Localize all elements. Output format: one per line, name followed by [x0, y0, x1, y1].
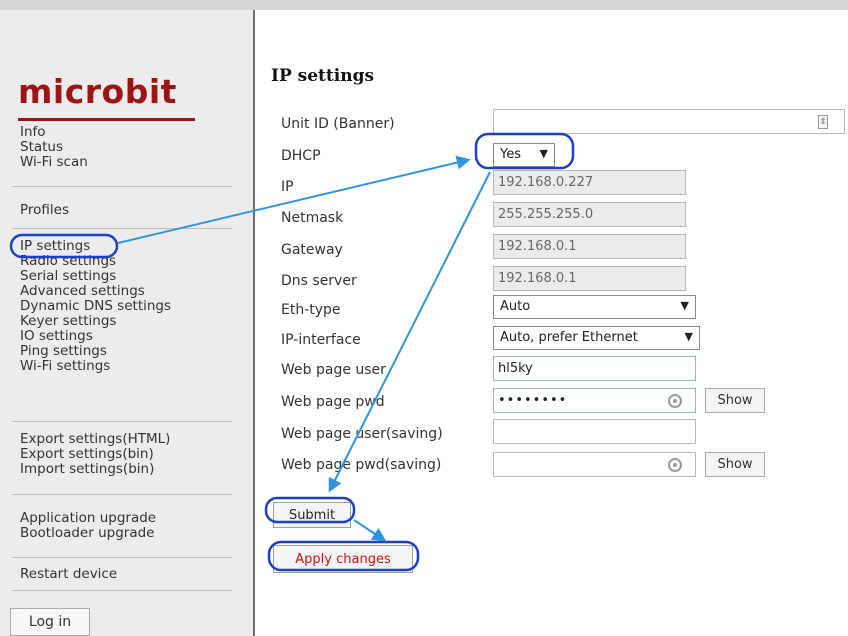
- sidebar-item-profiles[interactable]: Profiles: [20, 203, 69, 218]
- eth-type-select-value: Auto: [500, 299, 531, 314]
- dns-label: Dns server: [281, 273, 357, 289]
- show-password-saving-button[interactable]: Show: [705, 452, 765, 477]
- sidebar-divider: [12, 494, 232, 495]
- sidebar-item-application-upgrade[interactable]: Application upgrade: [20, 511, 156, 526]
- sidebar: microbit Info Status Wi-Fi scan Profiles…: [0, 10, 255, 636]
- unit-id-label: Unit ID (Banner): [281, 116, 395, 132]
- web-user-input[interactable]: [493, 356, 696, 381]
- main-content: IP settings Unit ID (Banner) ⇕ DHCP Yes …: [255, 10, 848, 636]
- nav-group-upgrade: Application upgrade Bootloader upgrade: [20, 511, 156, 541]
- dns-input[interactable]: [493, 266, 686, 291]
- sidebar-item-ip-settings[interactable]: IP settings: [20, 239, 171, 254]
- sidebar-item-ping-settings[interactable]: Ping settings: [20, 344, 171, 359]
- gateway-label: Gateway: [281, 242, 343, 258]
- ip-input[interactable]: [493, 170, 686, 195]
- sidebar-item-export-bin[interactable]: Export settings(bin): [20, 447, 170, 462]
- sidebar-item-wifi-settings[interactable]: Wi-Fi settings: [20, 359, 171, 374]
- web-pwd-saving-label: Web page pwd(saving): [281, 457, 442, 473]
- gateway-input[interactable]: [493, 234, 686, 259]
- nav-group-settings: IP settings Radio settings Serial settin…: [20, 239, 171, 374]
- web-pwd-label: Web page pwd: [281, 394, 385, 410]
- netmask-input[interactable]: [493, 202, 686, 227]
- nav-group-restart: Restart device: [20, 567, 117, 582]
- nav-group-info: Info Status Wi-Fi scan: [20, 125, 88, 170]
- sidebar-divider: [12, 557, 232, 558]
- submit-button[interactable]: Submit: [273, 502, 351, 528]
- sidebar-item-keyer-settings[interactable]: Keyer settings: [20, 314, 171, 329]
- sidebar-item-info[interactable]: Info: [20, 125, 88, 140]
- dhcp-label: DHCP: [281, 148, 321, 164]
- top-bar: [0, 0, 848, 10]
- sidebar-divider: [12, 421, 232, 422]
- reveal-eye-icon[interactable]: [668, 394, 682, 408]
- eth-type-select[interactable]: Auto ▼: [493, 295, 696, 319]
- web-pwd-input[interactable]: [493, 388, 696, 413]
- sidebar-item-dynamic-dns-settings[interactable]: Dynamic DNS settings: [20, 299, 171, 314]
- sidebar-divider: [12, 590, 232, 591]
- dhcp-select-value: Yes: [500, 147, 521, 162]
- web-user-saving-input[interactable]: [493, 419, 696, 444]
- ip-label: IP: [281, 179, 294, 195]
- ip-interface-select-value: Auto, prefer Ethernet: [500, 330, 638, 345]
- sidebar-divider: [12, 228, 232, 229]
- netmask-label: Netmask: [281, 210, 344, 226]
- show-password-button[interactable]: Show: [705, 388, 765, 413]
- sidebar-item-serial-settings[interactable]: Serial settings: [20, 269, 171, 284]
- login-button[interactable]: Log in: [10, 608, 90, 636]
- ip-interface-select[interactable]: Auto, prefer Ethernet ▼: [493, 326, 700, 350]
- ip-interface-label: IP-interface: [281, 332, 361, 348]
- sidebar-item-wifi-scan[interactable]: Wi-Fi scan: [20, 155, 88, 170]
- stepper-icon: ⇕: [818, 115, 828, 129]
- sidebar-item-import-bin[interactable]: Import settings(bin): [20, 462, 170, 477]
- nav-group-export: Export settings(HTML) Export settings(bi…: [20, 432, 170, 477]
- nav-group-profiles: Profiles: [20, 203, 69, 218]
- sidebar-item-export-html[interactable]: Export settings(HTML): [20, 432, 170, 447]
- sidebar-item-restart-device[interactable]: Restart device: [20, 567, 117, 582]
- sidebar-divider: [12, 186, 232, 187]
- unit-id-input[interactable]: [493, 109, 845, 134]
- logo: microbit: [18, 72, 177, 111]
- dropdown-arrow-icon: ▼: [539, 147, 548, 160]
- dhcp-select[interactable]: Yes ▼: [493, 143, 555, 167]
- web-pwd-saving-input[interactable]: [493, 452, 696, 477]
- eth-type-label: Eth-type: [281, 302, 341, 318]
- sidebar-item-radio-settings[interactable]: Radio settings: [20, 254, 171, 269]
- apply-changes-button[interactable]: Apply changes: [273, 545, 413, 573]
- web-user-label: Web page user: [281, 362, 386, 378]
- sidebar-item-advanced-settings[interactable]: Advanced settings: [20, 284, 171, 299]
- sidebar-item-io-settings[interactable]: IO settings: [20, 329, 171, 344]
- sidebar-item-status[interactable]: Status: [20, 140, 88, 155]
- sidebar-item-bootloader-upgrade[interactable]: Bootloader upgrade: [20, 526, 156, 541]
- dropdown-arrow-icon: ▼: [684, 330, 693, 343]
- dropdown-arrow-icon: ▼: [680, 299, 689, 312]
- reveal-eye-icon[interactable]: [668, 458, 682, 472]
- logo-underline: [18, 118, 195, 121]
- web-user-saving-label: Web page user(saving): [281, 426, 443, 442]
- page-title: IP settings: [271, 66, 375, 86]
